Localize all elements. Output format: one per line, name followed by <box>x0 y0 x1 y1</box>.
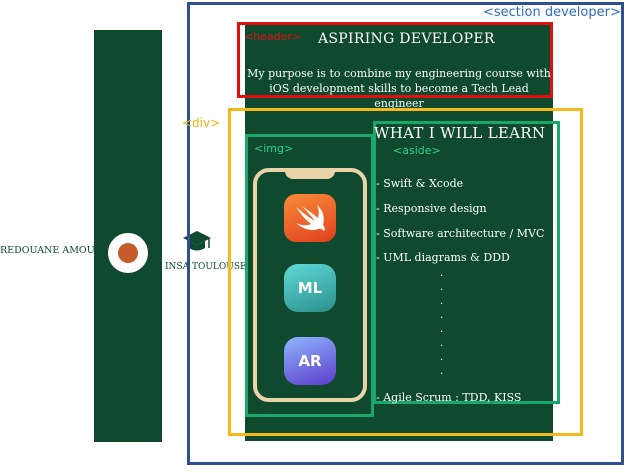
aside-tag: <aside> <box>393 144 441 157</box>
arkit-icon: AR <box>284 337 336 385</box>
header-title: ASPIRING DEVELOPER <box>318 31 495 47</box>
profile-name: REDOUANE AMOUR <box>0 245 102 256</box>
learn-item: - UML diagrams & DDD <box>376 251 510 264</box>
roland-garros-logo <box>106 231 150 275</box>
header-description-line: My purpose is to combine my engineering … <box>247 67 551 80</box>
swift-bird-icon <box>296 205 325 231</box>
section-developer-tag: <section developer> <box>483 5 621 20</box>
img-tag: <img> <box>254 142 294 155</box>
logo-emblem-icon <box>118 243 138 263</box>
learn-item: - Responsive design <box>376 202 487 215</box>
learn-item: - Software architecture / MVC <box>376 227 545 240</box>
swift-icon <box>284 194 336 242</box>
header-description: My purpose is to combine my engineering … <box>244 66 554 111</box>
div-tag: <div> <box>182 116 221 130</box>
header-tag: <header> <box>244 30 302 43</box>
ar-icon-label: AR <box>298 352 322 370</box>
header-description-line: iOS development skills to become a Tech … <box>269 82 529 110</box>
list-ellipsis: · · · · · · · · <box>440 271 444 380</box>
learn-item: - Swift & Xcode <box>376 177 464 190</box>
ml-icon-label: ML <box>297 279 323 297</box>
learn-item: - Agile Scrum : TDD, KISS <box>376 391 522 404</box>
phone-notch <box>285 168 335 179</box>
coreml-icon: ML <box>284 264 336 312</box>
learn-title: WHAT I WILL LEARN <box>374 124 546 142</box>
